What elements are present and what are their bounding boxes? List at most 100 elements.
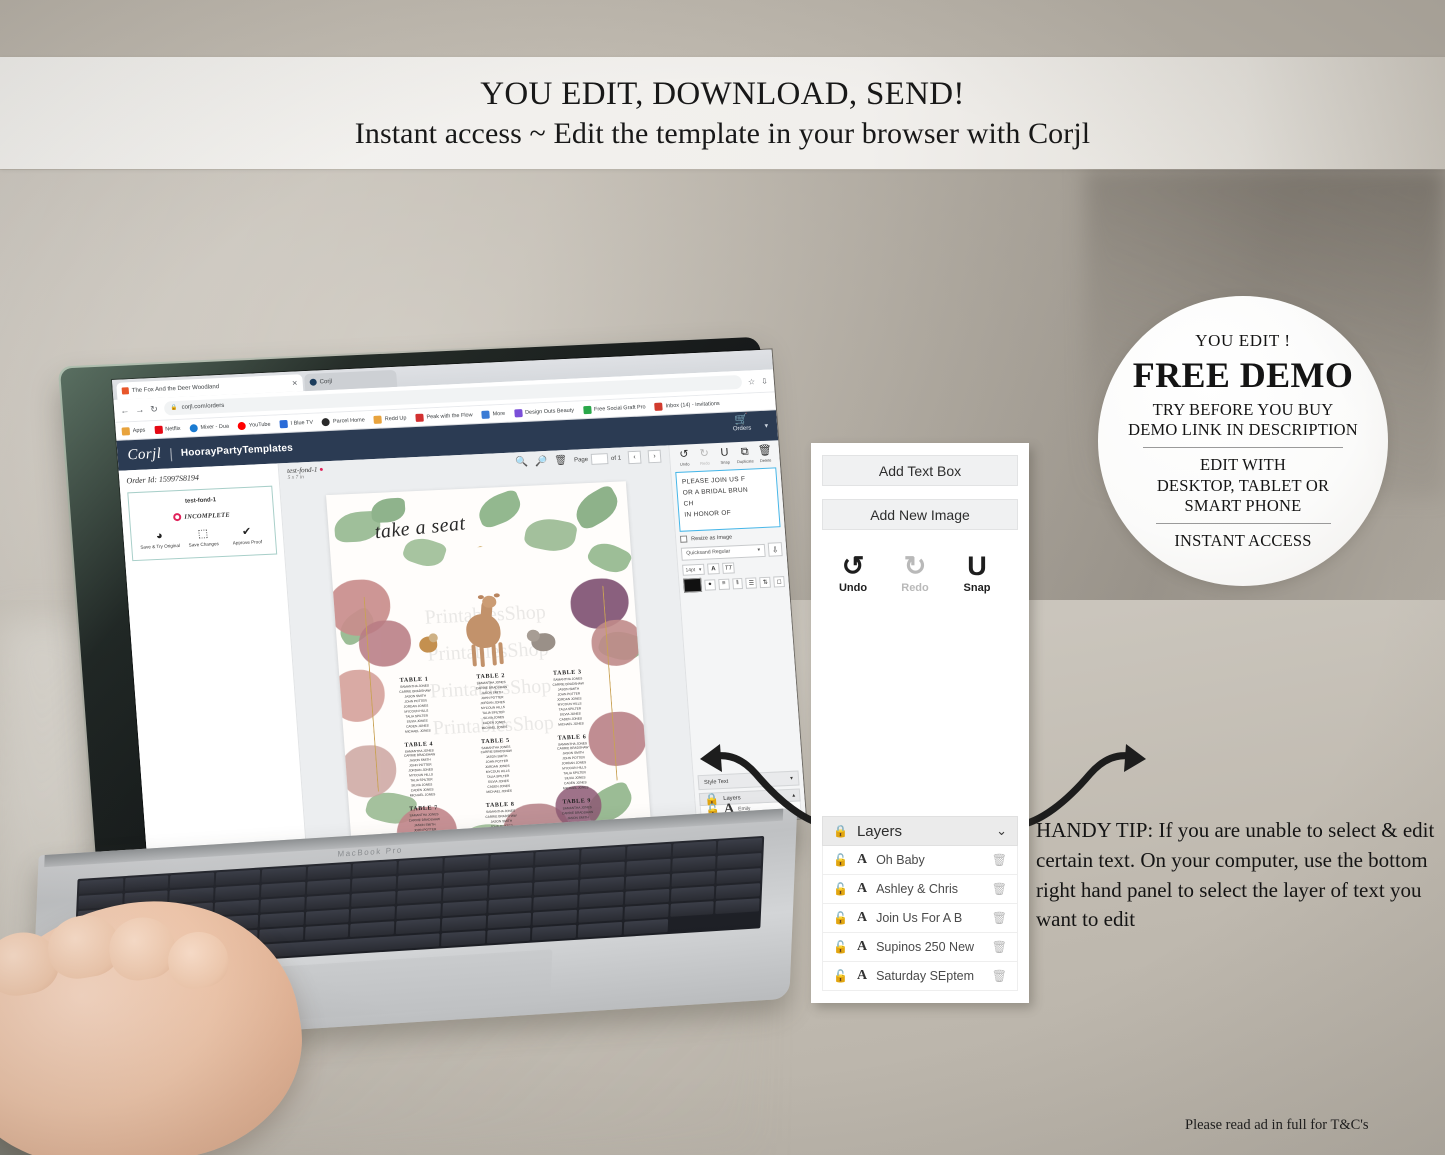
snap-button[interactable]: U Snap — [714, 446, 735, 465]
project-card[interactable]: test-fond-1 INCOMPLETE ◕ Save & Try Orig… — [127, 485, 278, 561]
favicon-icon — [121, 387, 130, 395]
table-guest-list: SAMANTHA JONES CARRIE BRADSHAW JASON SMI… — [552, 676, 584, 727]
download-icon[interactable]: ⇩ — [761, 376, 768, 385]
bookmark-item[interactable]: Peak with the Flow — [415, 411, 473, 422]
save-changes-button[interactable]: ⬚ Save Changes — [183, 528, 224, 549]
star-icon[interactable]: ☆ — [748, 377, 756, 386]
bookmark-item[interactable]: YouTube — [237, 420, 271, 430]
snap-button[interactable]: U Snap — [956, 551, 998, 594]
forward-icon[interactable]: → — [135, 405, 145, 415]
align-button[interactable]: ☰ — [745, 576, 758, 589]
layer-row[interactable]: 🔓 A Ashley & Chris 🗑 — [822, 875, 1018, 904]
layer-row[interactable]: 🔓 A Supinos 250 New 🗑 — [822, 933, 1018, 962]
badge-divider — [1155, 522, 1331, 524]
trash-icon[interactable]: 🗑 — [992, 882, 1007, 896]
reload-icon[interactable]: ↻ — [150, 403, 158, 414]
canvas-toolbar: 🔍 🔎 🗑 Page of 1 ‹ › — [515, 449, 662, 470]
approve-proof-button[interactable]: ✔ Approve Proof — [226, 526, 267, 547]
table-block[interactable]: TABLE 6 SAMANTHA JONES CARRIE BRADSHAW J… — [536, 733, 613, 793]
unlock-icon[interactable]: 🔓 — [833, 969, 848, 983]
layer-row[interactable]: 🔓 A Saturday SEptem 🗑 — [822, 962, 1018, 991]
zoom-in-icon[interactable]: 🔍 — [515, 457, 528, 469]
chevron-down-icon[interactable]: ▾ — [764, 422, 768, 430]
orders-button[interactable]: 🛒 Orders — [732, 414, 752, 433]
table-block[interactable]: TABLE 5 SAMANTHA JONES CARRIE BRADSHAW J… — [459, 736, 536, 796]
corjl-favicon-icon — [309, 378, 317, 386]
vertical-align-button[interactable]: ⇅ — [759, 576, 772, 588]
undo-button[interactable]: ↺ Undo — [832, 551, 874, 594]
duplicate-icon: ⧉ — [740, 445, 750, 458]
font-family-select[interactable]: Quicksand Regular ▾ — [680, 543, 766, 561]
font-size-select[interactable]: 14pt ▾ — [682, 563, 705, 576]
badge-title: FREE DEMO — [1132, 355, 1354, 396]
bookmark-item[interactable]: More — [481, 409, 505, 419]
trash-icon[interactable]: 🗑 — [992, 911, 1007, 925]
bookmark-item[interactable]: Mixer - Dua — [189, 422, 229, 432]
table-block[interactable]: TABLE 1 SAMANTHA JONES CARRIE BRADSHAW J… — [378, 676, 455, 736]
page-input[interactable] — [590, 453, 609, 465]
add-text-box-button[interactable]: Add Text Box — [822, 455, 1018, 486]
bookmark-item[interactable]: Apps — [121, 426, 146, 436]
snap-magnet-icon: U — [720, 446, 729, 459]
text-color-swatch[interactable] — [683, 577, 703, 593]
text-layer-icon: A — [856, 910, 868, 925]
table-block[interactable]: TABLE 4 SAMANTHA JONES CARRIE BRADSHAW J… — [382, 740, 459, 800]
redo-button[interactable]: ↻ Redo — [894, 551, 936, 594]
unlock-icon[interactable]: 🔓 — [833, 853, 848, 867]
page-of: of 1 — [610, 455, 622, 462]
trash-icon[interactable]: 🗑 — [992, 969, 1007, 983]
duplicate-button[interactable]: ⧉ Duplicate — [734, 445, 755, 465]
template-artwork[interactable]: PrintablesShop PrintablesShop Printables… — [326, 481, 653, 849]
redo-button[interactable]: ↻ Redo — [694, 447, 715, 466]
bookmark-label: Parcel Home — [332, 416, 366, 425]
text-input-area[interactable]: PLEASE JOIN US F OR A BRIDAL BRUN CH IN … — [675, 467, 781, 532]
bookmark-item[interactable]: Inbox (14) - invitations — [654, 399, 720, 411]
deer-leg — [471, 644, 477, 667]
zoom-out-icon[interactable]: 🔎 — [535, 456, 548, 468]
next-page-button[interactable]: › — [647, 449, 662, 464]
trash-icon[interactable]: 🗑 — [992, 940, 1007, 954]
unlock-icon[interactable]: 🔓 — [833, 882, 848, 896]
bookmark-icon — [373, 415, 383, 424]
undo-button[interactable]: ↺ Undo — [674, 448, 695, 467]
deer-ear — [493, 593, 500, 598]
prev-page-button[interactable]: ‹ — [627, 450, 642, 465]
text-layer-icon: A — [856, 939, 868, 954]
table-block[interactable]: TABLE 3 SAMANTHA JONES CARRIE BRADSHAW J… — [531, 668, 608, 728]
close-icon[interactable]: ✕ — [292, 379, 298, 387]
fill-color-button[interactable]: ● — [704, 578, 716, 591]
letter-spacing-button[interactable]: ‖ — [731, 577, 744, 589]
unlock-icon[interactable]: 🔓 — [833, 911, 848, 925]
font-download-button[interactable]: ⇩ — [767, 542, 783, 557]
resize-as-image-checkbox[interactable]: Resize as Image — [679, 531, 781, 543]
bookmark-item[interactable]: Free Social Graft Pro — [582, 403, 646, 414]
bookmark-item[interactable]: Design Outs Beauty — [513, 406, 574, 417]
add-new-image-button[interactable]: Add New Image — [822, 499, 1018, 530]
layer-row[interactable]: 🔓 A Oh Baby 🗑 — [822, 846, 1018, 875]
unlock-icon[interactable]: 🔓 — [833, 940, 848, 954]
bookmark-label: Peak with the Flow — [426, 411, 473, 420]
bookmark-item[interactable]: Redd Up — [373, 414, 407, 424]
layer-row[interactable]: 🔓 A Join Us For A B 🗑 — [822, 904, 1018, 933]
trash-icon[interactable]: 🗑 — [992, 853, 1007, 867]
font-size-value: 14pt — [685, 566, 696, 574]
bold-button[interactable]: A — [707, 563, 720, 575]
banner-headline: YOU EDIT, DOWNLOAD, SEND! — [480, 75, 965, 112]
table-block[interactable]: TABLE 2 SAMANTHA JONES CARRIE BRADSHAW J… — [454, 672, 531, 732]
delete-button[interactable]: 🗑 Delete — [755, 444, 776, 464]
save-original-button[interactable]: ◕ Save & Try Original — [139, 530, 180, 551]
bookmark-item[interactable]: Parcel Home — [321, 416, 366, 426]
back-icon[interactable]: ← — [120, 405, 130, 415]
bookmark-item[interactable]: Netflix — [153, 424, 181, 434]
line-height-button[interactable]: ≡ — [717, 578, 730, 590]
headline-banner: YOU EDIT, DOWNLOAD, SEND! Instant access… — [0, 57, 1445, 169]
curve-text-button[interactable]: ◻ — [773, 575, 785, 588]
snap-label: Snap — [963, 582, 991, 594]
trash-icon[interactable]: 🗑 — [554, 455, 567, 467]
corjl-logo[interactable]: Corjl — [127, 445, 162, 464]
bookmark-item[interactable]: I Blue TV — [279, 418, 313, 428]
chevron-down-icon[interactable]: ⌄ — [996, 823, 1007, 839]
italic-button[interactable]: TT — [722, 562, 735, 574]
layers-header[interactable]: 🔒 Layers ⌄ — [822, 816, 1018, 846]
style-text-accordion[interactable]: Style Text ▾ — [697, 770, 800, 791]
